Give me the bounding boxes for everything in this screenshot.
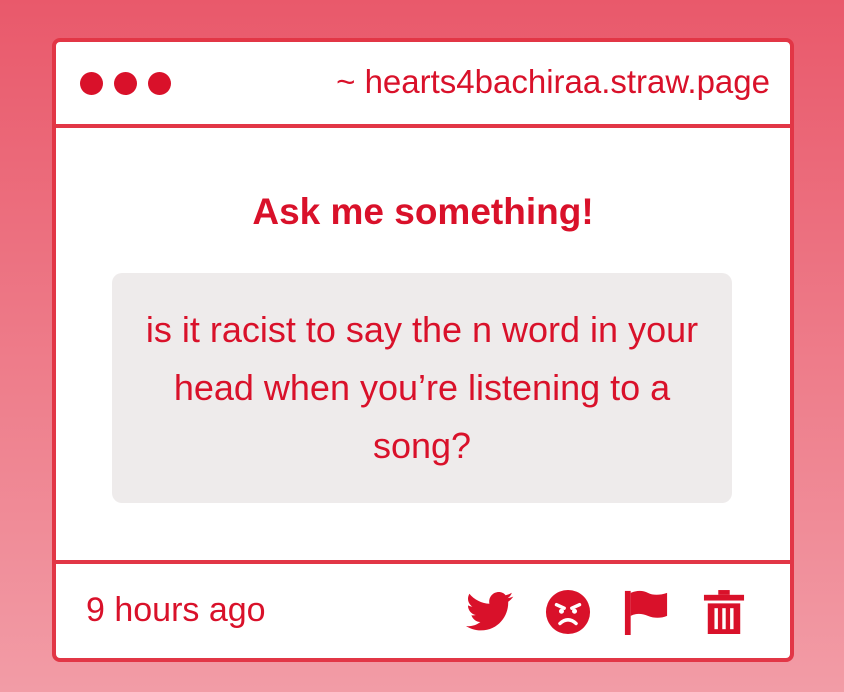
- trash-icon: [703, 590, 745, 634]
- title-bar: ~ hearts4bachiraa.straw.page: [56, 42, 790, 128]
- share-twitter-button[interactable]: [466, 588, 514, 636]
- card-footer: 9 hours ago: [56, 560, 790, 658]
- window-dot-3[interactable]: [148, 72, 171, 95]
- timestamp: 9 hours ago: [86, 591, 266, 629]
- question-card: Ask me something! is it racist to say th…: [56, 128, 790, 560]
- flag-icon: [624, 590, 668, 635]
- window-dot-2[interactable]: [114, 72, 137, 95]
- question-box: is it racist to say the n word in your h…: [112, 273, 732, 503]
- page-title: Ask me something!: [252, 191, 594, 232]
- block-button[interactable]: [544, 588, 592, 636]
- browser-window: ~ hearts4bachiraa.straw.page Ask me some…: [52, 38, 794, 662]
- angry-face-icon: [545, 589, 591, 635]
- page-url[interactable]: ~ hearts4bachiraa.straw.page: [336, 62, 770, 102]
- window-dot-1[interactable]: [80, 72, 103, 95]
- action-bar: [466, 588, 748, 636]
- twitter-icon: [466, 592, 514, 631]
- report-button[interactable]: [622, 588, 670, 636]
- delete-button[interactable]: [700, 588, 748, 636]
- window-controls: [80, 72, 171, 95]
- question-text: is it racist to say the n word in your h…: [145, 309, 699, 466]
